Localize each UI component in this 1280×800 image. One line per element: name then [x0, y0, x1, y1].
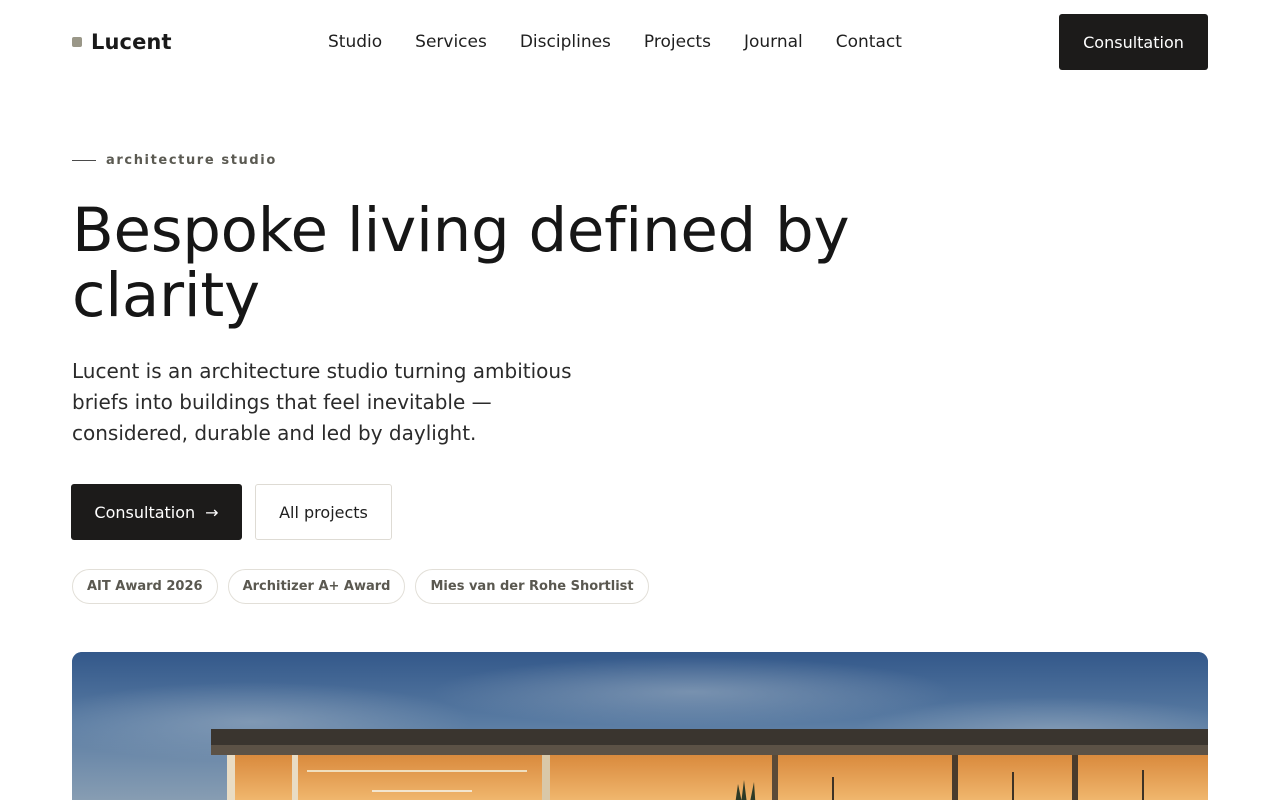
hero-image [72, 652, 1208, 800]
eyebrow-label: architecture studio [106, 152, 277, 168]
nav-item-journal[interactable]: Journal [744, 32, 803, 52]
house-dusk-illustration [72, 652, 1208, 800]
award-badges: AIT Award 2026 Architizer A+ Award Mies … [72, 569, 649, 605]
nav-item-contact[interactable]: Contact [836, 32, 902, 52]
eyebrow-divider [72, 159, 96, 161]
page: Lucent Studio Services Disciplines Proje… [0, 0, 1280, 800]
award-badge-mies: Mies van der Rohe Shortlist [415, 569, 649, 604]
hero-description: Lucent is an architecture studio turning… [72, 359, 572, 445]
nav-item-studio[interactable]: Studio [328, 32, 382, 52]
arrow-right-icon: → [205, 502, 219, 522]
site-header: Lucent Studio Services Disciplines Proje… [0, 0, 1280, 84]
brand-name: Lucent [91, 30, 172, 54]
brand-logo[interactable]: Lucent [72, 28, 172, 56]
nav-item-services[interactable]: Services [415, 32, 487, 52]
nav-item-disciplines[interactable]: Disciplines [520, 32, 611, 52]
award-badge-ait: AIT Award 2026 [72, 569, 218, 604]
header-consultation-button[interactable]: Consultation [1059, 14, 1208, 70]
hero-consultation-label: Consultation [94, 502, 196, 522]
main-nav: Studio Services Disciplines Projects Jou… [328, 30, 902, 54]
all-projects-button[interactable]: All projects [255, 484, 392, 540]
hero-consultation-button[interactable]: Consultation → [71, 484, 242, 540]
hero-eyebrow: architecture studio [72, 150, 277, 170]
brand-mark-icon [72, 37, 82, 47]
nav-item-projects[interactable]: Projects [644, 32, 711, 52]
award-badge-architizer: Architizer A+ Award [227, 569, 406, 604]
hero-title: Bespoke living defined by clarity [72, 195, 850, 331]
